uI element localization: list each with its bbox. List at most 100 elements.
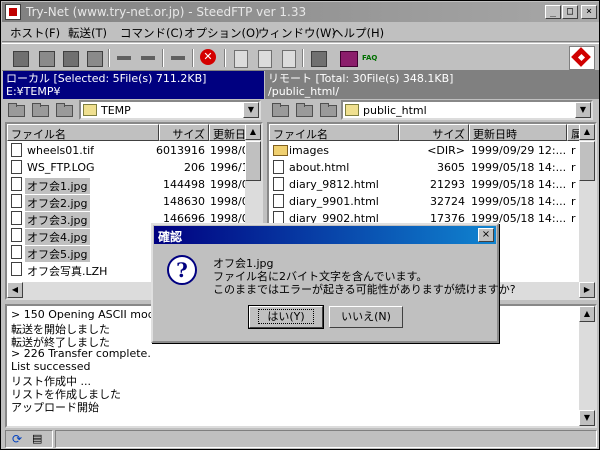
- local-path-bar: ローカル [Selected: 5File(s) 711.2KB] E:¥TEM…: [3, 71, 264, 99]
- log-line: アップロード開始: [11, 401, 99, 414]
- scroll-down-icon[interactable]: ▼: [579, 410, 595, 426]
- file-icon: [273, 177, 284, 191]
- host-settings-icon[interactable]: [84, 48, 104, 68]
- log-line: List successed: [11, 360, 91, 373]
- settings-icon[interactable]: [308, 48, 328, 68]
- folder-up-icon[interactable]: [55, 102, 73, 117]
- col-size[interactable]: サイズ: [399, 124, 469, 141]
- chevron-down-icon[interactable]: ▼: [243, 102, 259, 118]
- scroll-left-icon[interactable]: ◀: [7, 282, 23, 298]
- log-line: > 150 Opening ASCII mode d: [11, 308, 172, 321]
- title-bar[interactable]: Try-Net (www.try-net.or.jp) - SteedFTP v…: [2, 2, 599, 22]
- col-datetime[interactable]: 更新日時: [469, 124, 567, 141]
- stop-icon[interactable]: [198, 48, 218, 68]
- menu-host[interactable]: ホスト(F): [10, 25, 60, 41]
- menu-bar: ホスト(F) 転送(T) コマンド(C) オプション(O) ウィンドウ(W) ヘ…: [2, 22, 599, 42]
- folder-icon: [273, 145, 288, 156]
- local-dir-value: TEMP: [101, 104, 131, 117]
- help-book-icon[interactable]: [338, 48, 358, 68]
- menu-help[interactable]: ヘルプ(H): [332, 25, 384, 41]
- file-icon: [11, 245, 22, 259]
- yes-button[interactable]: はい(Y): [248, 305, 324, 329]
- menu-transfer[interactable]: 転送(T): [68, 25, 107, 41]
- local-dir-bar: TEMP ▼: [3, 99, 264, 121]
- local-status: ローカル [Selected: 5File(s) 711.2KB]: [6, 72, 207, 85]
- minimize-button[interactable]: _: [545, 5, 561, 19]
- toolbar: FAQ: [2, 43, 599, 71]
- window-title: Try-Net (www.try-net.or.jp) - SteedFTP v…: [26, 5, 307, 19]
- folder-icon[interactable]: [271, 102, 289, 117]
- file-icon: [11, 160, 22, 174]
- list-item[interactable]: オフ会2.jpg 148630 1998/0: [7, 193, 247, 211]
- remote-vertical-scrollbar[interactable]: ▲: [579, 124, 595, 282]
- status-message-cell: [55, 430, 597, 448]
- dialog-title: 確認: [158, 230, 183, 244]
- page-icon[interactable]: [278, 48, 298, 68]
- remote-dir-bar: public_html ▼: [265, 99, 599, 121]
- list-item[interactable]: diary_9812.html 21293 1999/05/18 14:... …: [269, 176, 581, 193]
- download-icon[interactable]: [138, 48, 158, 68]
- menu-option[interactable]: オプション(O): [184, 25, 260, 41]
- menu-window[interactable]: ウィンドウ(W): [258, 25, 336, 41]
- dialog-title-bar[interactable]: 確認 ×: [154, 226, 496, 244]
- remote-path: /public_html/: [268, 85, 340, 98]
- local-path: E:¥TEMP¥: [6, 85, 61, 98]
- col-date[interactable]: 更新日: [209, 124, 249, 141]
- toolbar-separator: [162, 49, 164, 67]
- reconnect-icon[interactable]: [60, 48, 80, 68]
- file-icon: [273, 194, 284, 208]
- connect-icon[interactable]: [10, 48, 30, 68]
- refresh-icon[interactable]: ⟳: [12, 432, 22, 446]
- folder-icon[interactable]: [7, 102, 25, 117]
- scroll-up-icon[interactable]: ▲: [245, 124, 261, 140]
- scroll-right-icon[interactable]: ▶: [579, 282, 595, 298]
- dialog-close-button[interactable]: ×: [478, 228, 494, 242]
- file-icon: [11, 228, 22, 242]
- chevron-down-icon[interactable]: ▼: [575, 102, 591, 118]
- folder-icon[interactable]: [31, 102, 49, 117]
- toolbar-separator: [302, 49, 304, 67]
- col-size[interactable]: サイズ: [159, 124, 209, 141]
- list-item[interactable]: wheels01.tif 6013916 1998/0: [7, 142, 247, 159]
- list-item[interactable]: about.html 3605 1999/05/18 14:... r: [269, 159, 581, 176]
- disconnect-icon[interactable]: [36, 48, 56, 68]
- file-icon: [11, 262, 22, 276]
- upload-icon[interactable]: [114, 48, 134, 68]
- app-icon[interactable]: [5, 4, 21, 20]
- list-item[interactable]: images <DIR> 1999/09/29 12:... r: [269, 142, 581, 159]
- transfer-mode-icon[interactable]: [168, 48, 188, 68]
- file-icon: [11, 211, 22, 225]
- page-icon[interactable]: [254, 48, 274, 68]
- app-window: Try-Net (www.try-net.or.jp) - SteedFTP v…: [0, 0, 600, 450]
- remote-dir-select[interactable]: public_html ▼: [341, 100, 593, 120]
- file-icon: [11, 143, 22, 157]
- folder-icon[interactable]: [295, 102, 313, 117]
- scroll-up-icon[interactable]: ▲: [579, 124, 595, 140]
- local-dir-select[interactable]: TEMP ▼: [79, 100, 261, 120]
- scroll-thumb[interactable]: [579, 141, 595, 181]
- no-button[interactable]: いいえ(N): [329, 306, 403, 328]
- maximize-button[interactable]: □: [562, 5, 578, 19]
- col-filename[interactable]: ファイル名: [269, 124, 399, 141]
- list-item[interactable]: diary_9901.html 32724 1999/05/18 14:... …: [269, 193, 581, 210]
- log-line: > 226 Transfer complete.: [11, 347, 151, 360]
- list-item[interactable]: オフ会1.jpg 144498 1998/0: [7, 176, 247, 194]
- file-icon: [11, 194, 22, 208]
- folder-up-icon[interactable]: [319, 102, 337, 117]
- file-icon: [273, 160, 284, 174]
- list-item[interactable]: WS_FTP.LOG 206 1996/1: [7, 159, 247, 176]
- faq-icon[interactable]: FAQ: [362, 48, 382, 68]
- network-icon[interactable]: ▤: [32, 432, 42, 445]
- folder-icon: [345, 104, 359, 116]
- toolbar-separator: [192, 49, 194, 67]
- scroll-up-icon[interactable]: ▲: [579, 306, 595, 322]
- app-logo: [569, 46, 595, 70]
- log-vertical-scrollbar[interactable]: ▲ ▼: [579, 306, 595, 426]
- scroll-thumb[interactable]: [245, 141, 261, 181]
- col-filename[interactable]: ファイル名: [7, 124, 159, 141]
- page-icon[interactable]: [230, 48, 250, 68]
- close-button[interactable]: ×: [581, 5, 597, 19]
- menu-command[interactable]: コマンド(C): [120, 25, 183, 41]
- local-list-header: ファイル名 サイズ 更新日: [7, 124, 249, 141]
- status-bar: ⟳ ▤: [3, 429, 599, 449]
